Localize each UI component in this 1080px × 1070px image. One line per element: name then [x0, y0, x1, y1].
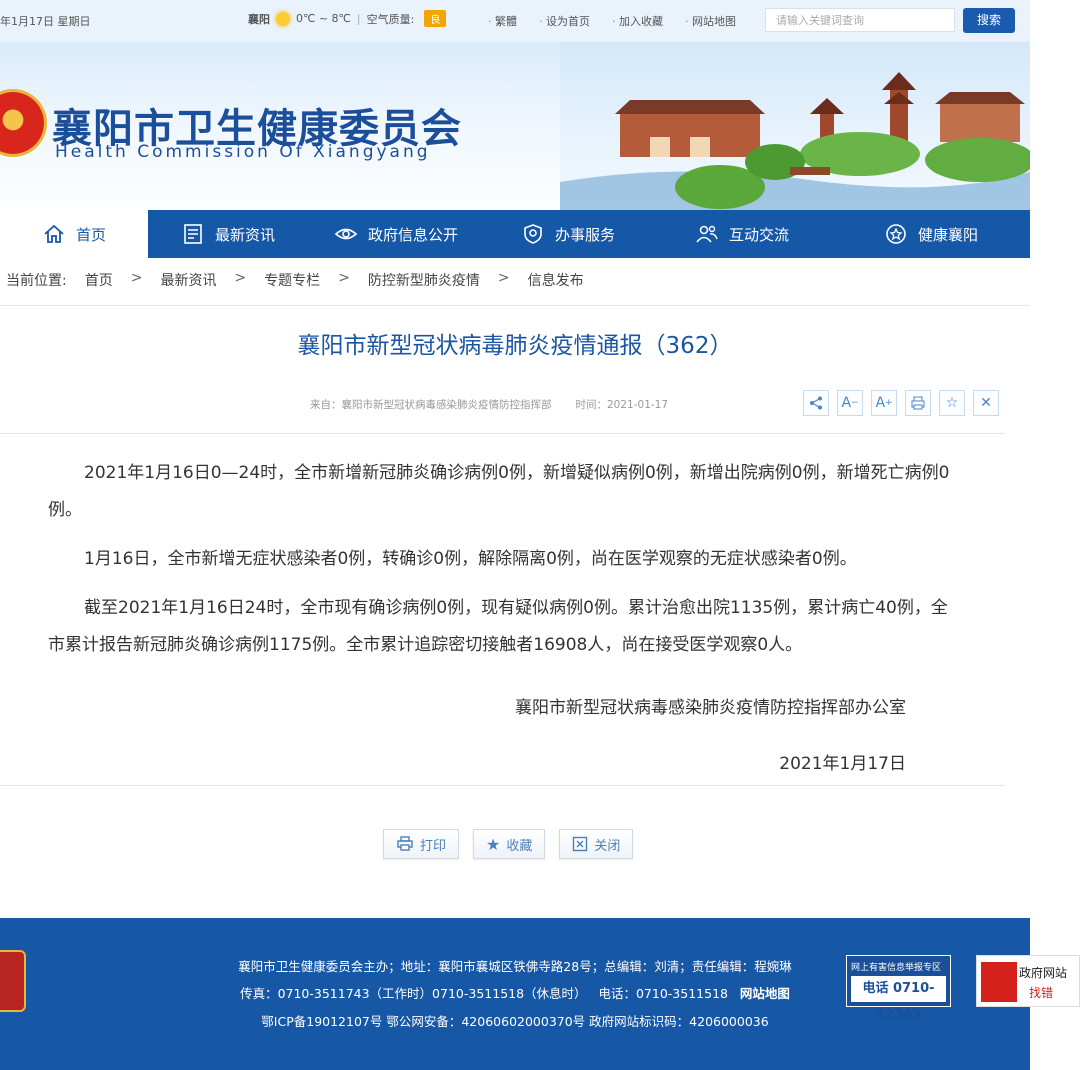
article-source: 来自：襄阳市新型冠状病毒感染肺炎疫情防控指挥部 — [310, 399, 552, 411]
breadcrumb-item-release[interactable]: 信息发布 — [528, 270, 584, 290]
eye-icon — [334, 228, 358, 240]
nav-home-label: 首页 — [75, 225, 106, 244]
top-utility-bar: 年1月17日 星期日 襄阳 0℃ ~ 8℃ | 空气质量: 良 繁體 设为首页 … — [0, 0, 1030, 42]
divider — [0, 433, 1005, 434]
favorite-button[interactable]: ★ 收藏 — [473, 829, 546, 859]
nav-interaction[interactable]: 互动交流 — [652, 210, 832, 258]
article-tools: A − A + ☆ ✕ — [803, 390, 999, 416]
star-badge-icon — [886, 224, 906, 244]
report-badge-title: 网上有害信息举报专区 — [851, 963, 942, 973]
breadcrumb-item-home[interactable]: 首页 — [85, 270, 113, 290]
breadcrumb-item-news[interactable]: 最新资讯 — [160, 270, 216, 290]
nav-interaction-label: 互动交流 — [728, 225, 789, 244]
article-paragraph: 1月16日，全市新增无症状感染者0例，转确诊0例，解除隔离0例，尚在医学观察的无… — [84, 549, 857, 569]
link-sitemap[interactable]: 网站地图 — [685, 13, 736, 29]
print-button-label: 打印 — [420, 838, 447, 854]
nav-latest-news[interactable]: 最新资讯 — [148, 210, 308, 258]
current-date: 年1月17日 星期日 — [0, 15, 91, 28]
close-button-label: 关闭 — [594, 838, 621, 854]
magnifier-icon — [981, 962, 1017, 1002]
weather-temperature: 0℃ ~ 8℃ — [296, 12, 351, 25]
nav-gov-info[interactable]: 政府信息公开 — [308, 210, 484, 258]
star-icon: ★ — [486, 834, 501, 854]
breadcrumb-label: 当前位置: — [6, 273, 67, 289]
breadcrumb-item-topics[interactable]: 专题专栏 — [264, 270, 320, 290]
report-badge[interactable]: 网上有害信息举报专区 电话 0710-12345 — [846, 955, 951, 1022]
sun-icon — [276, 11, 290, 26]
nav-healthy-xiangyang[interactable]: 健康襄阳 — [832, 210, 1030, 258]
site-banner: 襄阳市卫生健康委员会 Health Commission Of Xiangyan… — [0, 42, 1030, 210]
print-icon[interactable] — [905, 390, 931, 416]
site-footer: 襄阳市卫生健康委员会主办；地址：襄阳市襄城区铁佛寺路28号；总编辑：刘清；责任编… — [0, 918, 1030, 1070]
news-icon — [184, 224, 202, 244]
close-button[interactable]: 关闭 — [559, 829, 634, 859]
print-button[interactable]: 打印 — [383, 829, 460, 859]
article-actions: 打印 ★ 收藏 关闭 — [383, 829, 634, 859]
article-body: 2021年1月16日0—24时，全市新增新冠肺炎确诊病例0例，新增疑似病例0例，… — [48, 455, 958, 676]
font-increase-icon[interactable]: A + — [871, 390, 897, 416]
article-paragraph: 截至2021年1月16日24时，全市现有确诊病例0例，现有疑似病例0例。累计治愈… — [48, 598, 948, 655]
nav-latest-news-label: 最新资讯 — [214, 225, 275, 244]
nav-gov-info-label: 政府信息公开 — [367, 225, 458, 244]
shield-icon — [524, 224, 542, 244]
nav-services[interactable]: 办事服务 — [484, 210, 652, 258]
breadcrumb-separator: > — [338, 270, 350, 286]
divider — [0, 785, 1005, 786]
air-quality-badge: 良 — [424, 10, 447, 27]
main-nav: 首页 最新资讯 政府信息公开 办事服务 互动交流 健康襄阳 — [0, 210, 1030, 258]
share-icon[interactable] — [803, 390, 829, 416]
page: 年1月17日 星期日 襄阳 0℃ ~ 8℃ | 空气质量: 良 繁體 设为首页 … — [0, 0, 1030, 1070]
search-button[interactable]: 搜索 — [963, 8, 1015, 33]
home-icon — [44, 224, 64, 243]
link-set-homepage[interactable]: 设为首页 — [539, 13, 590, 29]
people-icon — [696, 225, 718, 243]
breadcrumb-separator: > — [130, 270, 143, 286]
breadcrumb-separator: > — [234, 270, 247, 286]
footer-phone: 电话：0710-3511518 — [598, 986, 728, 1001]
favorite-icon[interactable]: ☆ — [939, 390, 965, 416]
article-signature-block: 襄阳市新型冠状病毒感染肺炎疫情防控指挥部办公室 2021年1月17日 — [515, 680, 906, 792]
divider — [0, 305, 1030, 306]
nav-services-label: 办事服务 — [554, 225, 615, 244]
breadcrumb: 当前位置: 首页 > 最新资讯 > 专题专栏 > 防控新型肺炎疫情 > 信息发布 — [6, 270, 584, 290]
nav-home[interactable]: 首页 — [0, 210, 148, 258]
gov-site-error-badge[interactable]: 政府网站 找错 — [976, 955, 1080, 1007]
gov-badge-label: 政府网站 — [1019, 966, 1068, 980]
close-icon[interactable]: ✕ — [973, 390, 999, 416]
national-emblem-logo — [0, 92, 44, 154]
article-time: 时间：2021-01-17 — [575, 399, 669, 411]
article-meta: 来自：襄阳市新型冠状病毒感染肺炎疫情防控指挥部 时间：2021-01-17 — [310, 397, 668, 412]
article-signature: 襄阳市新型冠状病毒感染肺炎疫情防控指挥部办公室 — [515, 698, 906, 718]
gov-badge-action: 找错 — [1029, 986, 1054, 1000]
breadcrumb-item-epidemic[interactable]: 防控新型肺炎疫情 — [368, 270, 480, 290]
top-links: 繁體 设为首页 加入收藏 网站地图 — [488, 13, 736, 29]
favorite-button-label: 收藏 — [506, 838, 533, 854]
link-traditional[interactable]: 繁體 — [488, 13, 517, 29]
report-badge-phone: 电话 0710-12345 — [851, 976, 946, 1022]
font-decrease-icon[interactable]: A − — [837, 390, 863, 416]
weather-widget: 襄阳 0℃ ~ 8℃ | 空气质量: 良 — [248, 10, 447, 27]
article-paragraph: 2021年1月16日0—24时，全市新增新冠肺炎确诊病例0例，新增疑似病例0例，… — [48, 463, 950, 520]
close-box-icon — [573, 836, 588, 852]
article-title: 襄阳市新型冠状病毒肺炎疫情通报（362） — [297, 333, 733, 359]
breadcrumb-separator: > — [497, 270, 510, 286]
weather-city: 襄阳 — [248, 12, 270, 26]
footer-fax: 传真：0710-3511743（工作时）0710-3511518（休息时） — [240, 986, 587, 1001]
air-quality-label: 空气质量: — [366, 12, 415, 26]
site-name-en: Health Commission Of Xiangyang — [55, 142, 431, 162]
printer-icon — [397, 836, 413, 851]
footer-sitemap-link[interactable]: 网站地图 — [740, 986, 790, 1001]
link-add-favorite[interactable]: 加入收藏 — [612, 13, 663, 29]
right-margin — [1030, 0, 1080, 1070]
article-sign-date: 2021年1月17日 — [779, 754, 906, 774]
search-input[interactable]: 请输入关键词查询 — [765, 8, 955, 32]
city-scenery-illustration — [560, 42, 1030, 210]
nav-healthy-xiangyang-label: 健康襄阳 — [917, 225, 978, 244]
